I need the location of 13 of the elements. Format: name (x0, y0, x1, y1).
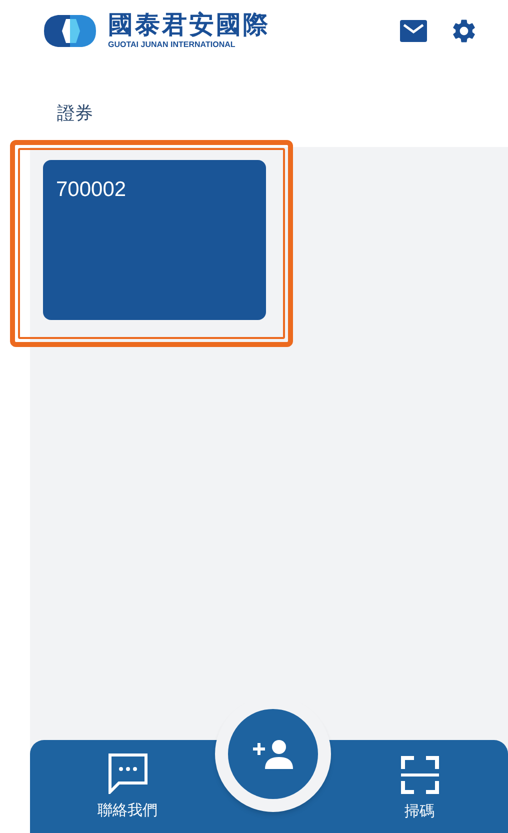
settings-icon[interactable] (450, 17, 478, 45)
logo-subtitle: GUOTAI JUNAN INTERNATIONAL (108, 41, 236, 49)
account-card[interactable]: 700002 (43, 160, 266, 320)
contact-us-button[interactable]: 聯絡我們 (70, 752, 185, 822)
mail-icon[interactable] (400, 20, 427, 42)
logo-icon (44, 15, 96, 47)
add-person-icon (251, 739, 295, 769)
section-title: 證券 (56, 102, 94, 125)
logo-title: 國泰君安國際 (108, 13, 270, 38)
scan-button[interactable]: 掃碼 (362, 755, 477, 824)
scan-icon (400, 755, 440, 795)
account-number: 700002 (56, 178, 126, 201)
chat-icon (106, 752, 148, 794)
